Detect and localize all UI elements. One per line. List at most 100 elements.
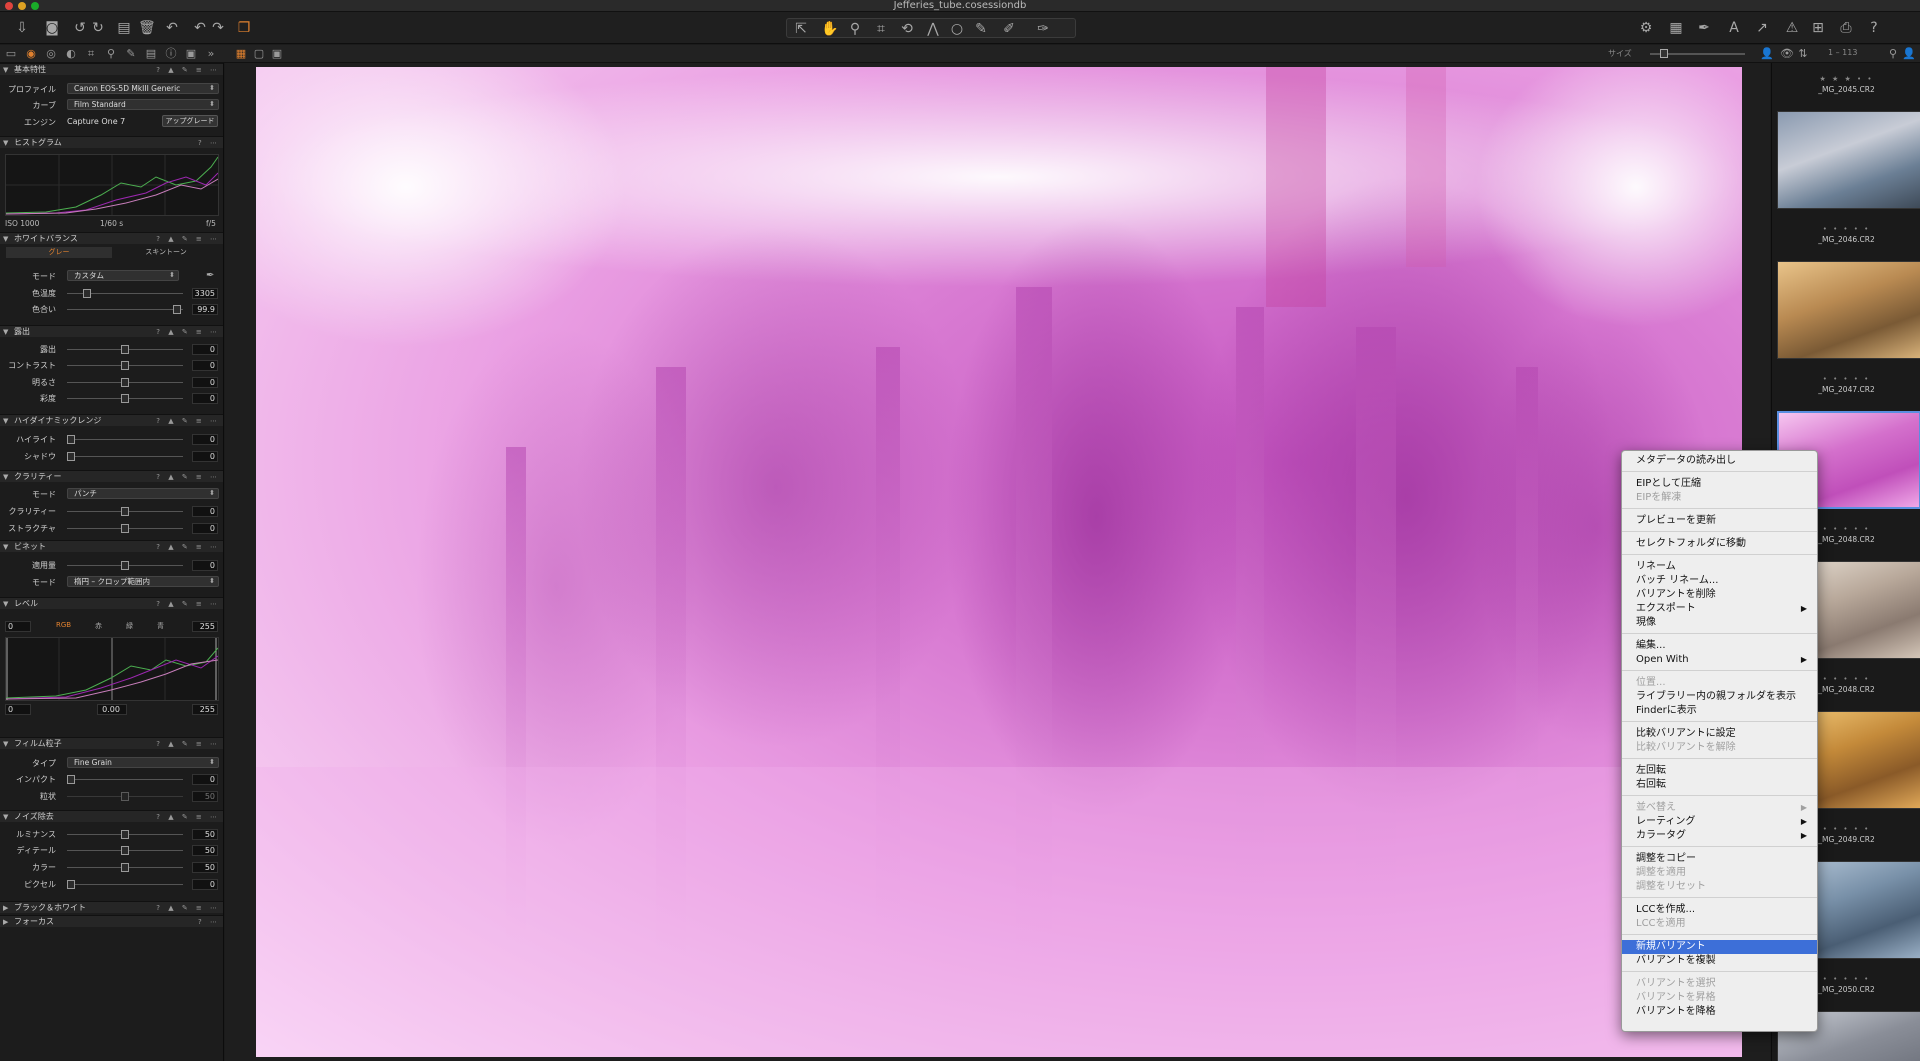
bw-section-header[interactable]: ▶ ブラック＆ホワイト? ▲ ✎ ≡ ⋯	[0, 901, 223, 913]
menu-item-batch-rename[interactable]: バッチ リネーム...	[1622, 574, 1817, 588]
exposure-slider[interactable]	[67, 345, 183, 354]
white-balance-section-header[interactable]: ▼ ホワイトバランス? ▲ ✎ ≡ ⋯	[0, 232, 223, 244]
menu-item-set-compare[interactable]: 比較バリアントに設定	[1622, 727, 1817, 741]
help-icon[interactable]: ?	[1866, 20, 1882, 36]
sort-icon[interactable]: ⇅	[1796, 47, 1810, 61]
menu-item-show-in-finder[interactable]: Finderに表示	[1622, 704, 1817, 718]
thumb-rating[interactable]: • • • • •	[1772, 375, 1920, 383]
contrast-value[interactable]: 0	[192, 360, 218, 371]
thumbnail-image[interactable]	[1777, 261, 1920, 359]
text-icon[interactable]: A	[1726, 20, 1742, 36]
camera-icon[interactable]: ◙	[44, 20, 60, 36]
menu-item-process[interactable]: 現像	[1622, 616, 1817, 630]
menu-item-unpack-eip[interactable]: EIPを解凍	[1622, 491, 1817, 505]
contrast-slider[interactable]	[67, 361, 183, 370]
clarity-value[interactable]: 0	[192, 506, 218, 517]
warning-icon[interactable]: ⚠	[1784, 20, 1800, 36]
menu-item-copy-adjustments[interactable]: 調整をコピー	[1622, 852, 1817, 866]
pixel-slider[interactable]	[67, 880, 183, 889]
variants-icon[interactable]: ❐	[236, 20, 252, 36]
library-tab-icon[interactable]: ▭	[4, 47, 18, 61]
menu-item-read-metadata[interactable]: メタデータの読み出し	[1622, 454, 1817, 468]
wb-mode-select[interactable]: カスタム	[67, 270, 179, 281]
upgrade-button[interactable]: アップグレード	[162, 115, 218, 127]
levels-graph[interactable]	[5, 637, 219, 701]
select-cursor-icon[interactable]: ⇱	[793, 21, 809, 37]
spot-removal-icon[interactable]: ○	[949, 21, 965, 37]
grain-impact-value[interactable]: 0	[192, 774, 218, 785]
levels-tab-red[interactable]: 赤	[95, 621, 102, 631]
trash-icon[interactable]: 🗑	[138, 20, 156, 36]
luminance-value[interactable]: 50	[192, 829, 218, 840]
multi-view-icon[interactable]: ▣	[270, 47, 284, 61]
adjust-tab-icon[interactable]: ▤	[144, 47, 158, 61]
menu-item-delete-variant[interactable]: バリアントを削除	[1622, 588, 1817, 602]
rotate-tool-icon[interactable]: ⟲	[899, 21, 915, 37]
levels-midtone[interactable]: 0.00	[97, 704, 127, 715]
histogram-section-header[interactable]: ▼ ヒストグラム? ⋯	[0, 136, 223, 148]
grain-impact-slider[interactable]	[67, 775, 183, 784]
menu-item-reset-adjustments[interactable]: 調整をリセット	[1622, 880, 1817, 894]
luminance-slider[interactable]	[67, 830, 183, 839]
import-icon[interactable]: ⇩	[14, 20, 30, 36]
rotate-left-icon[interactable]: ↺	[72, 20, 88, 36]
hdr-section-header[interactable]: ▼ ハイダイナミックレンジ? ▲ ✎ ≡ ⋯	[0, 414, 223, 426]
vignette-section-header[interactable]: ▼ ビネット? ▲ ✎ ≡ ⋯	[0, 540, 223, 552]
profile-select[interactable]: Canon EOS-5D MkIII Generic	[67, 83, 219, 94]
thumbnail-size-slider[interactable]	[1650, 49, 1745, 58]
tab-skintone[interactable]: スキントーン	[114, 247, 218, 258]
menu-item-locate[interactable]: 位置...	[1622, 676, 1817, 690]
menu-item-promote-variant[interactable]: バリアントを昇格	[1622, 991, 1817, 1005]
levels-tab-blue[interactable]: 青	[157, 621, 164, 631]
menu-item-rating[interactable]: レーティング ▶	[1622, 815, 1817, 829]
color-tab-icon[interactable]: ◎	[44, 47, 58, 61]
detail-slider[interactable]	[67, 846, 183, 855]
levels-output-high[interactable]: 255	[192, 704, 218, 715]
eye-icon[interactable]: 👁	[1780, 47, 1794, 61]
levels-tab-green[interactable]: 緑	[126, 621, 133, 631]
menu-item-update-preview[interactable]: プレビューを更新	[1622, 514, 1817, 528]
rotate-right-icon[interactable]: ↻	[90, 20, 106, 36]
menu-item-sort[interactable]: 並べ替え ▶	[1622, 801, 1817, 815]
menu-item-pack-eip[interactable]: EIPとして圧縮	[1622, 477, 1817, 491]
highlight-slider[interactable]	[67, 435, 183, 444]
granularity-slider[interactable]	[67, 792, 183, 801]
output-tab-icon[interactable]: ▣	[184, 47, 198, 61]
menu-item-create-lcc[interactable]: LCCを作成...	[1622, 903, 1817, 917]
grain-type-select[interactable]: Fine Grain	[67, 757, 219, 768]
menu-item-rename[interactable]: リネーム	[1622, 560, 1817, 574]
tint-value[interactable]: 99.9	[192, 304, 218, 315]
more-tabs-icon[interactable]: »	[204, 47, 218, 61]
levels-output-low[interactable]: 0	[5, 704, 31, 715]
focus-section-header[interactable]: ▶ フォーカス? ⋯	[0, 915, 223, 927]
menu-item-select-variant[interactable]: バリアントを選択	[1622, 977, 1817, 991]
curve-select[interactable]: Film Standard	[67, 99, 219, 110]
menu-item-rotate-right[interactable]: 右回転	[1622, 778, 1817, 792]
exposure-value[interactable]: 0	[192, 344, 218, 355]
vignette-amount-value[interactable]: 0	[192, 560, 218, 571]
film-grain-section-header[interactable]: ▼ フィルム粒子? ▲ ✎ ≡ ⋯	[0, 737, 223, 749]
layout-icon[interactable]: ⊞	[1810, 20, 1826, 36]
brightness-slider[interactable]	[67, 378, 183, 387]
undo-reset-icon[interactable]: ↶	[164, 20, 180, 36]
menu-item-demote-variant[interactable]: バリアントを降格	[1622, 1005, 1817, 1019]
arrow-icon[interactable]: ↗	[1754, 20, 1770, 36]
camera-tab-icon[interactable]: ◉	[24, 47, 38, 61]
tint-slider[interactable]	[67, 305, 183, 314]
details-tab-icon[interactable]: ⚲	[104, 47, 118, 61]
menu-item-new-variant[interactable]: 新規バリアント	[1622, 940, 1817, 954]
saturation-slider[interactable]	[67, 394, 183, 403]
temp-slider[interactable]	[67, 289, 183, 298]
single-view-icon[interactable]: ▢	[252, 47, 266, 61]
eyedropper-icon[interactable]: ✐	[1001, 21, 1017, 37]
vignette-amount-slider[interactable]	[67, 561, 183, 570]
search-icon[interactable]: ⚲	[1886, 47, 1900, 61]
slider-knob[interactable]	[1660, 49, 1668, 58]
crop-icon[interactable]: ⌗	[873, 21, 889, 37]
color-noise-value[interactable]: 50	[192, 862, 218, 873]
granularity-value[interactable]: 50	[192, 791, 218, 802]
menu-item-edit[interactable]: 編集...	[1622, 639, 1817, 653]
menu-item-show-in-library[interactable]: ライブラリー内の親フォルダを表示	[1622, 690, 1817, 704]
menu-item-move-to-select[interactable]: セレクトフォルダに移動	[1622, 537, 1817, 551]
clarity-slider[interactable]	[67, 507, 183, 516]
